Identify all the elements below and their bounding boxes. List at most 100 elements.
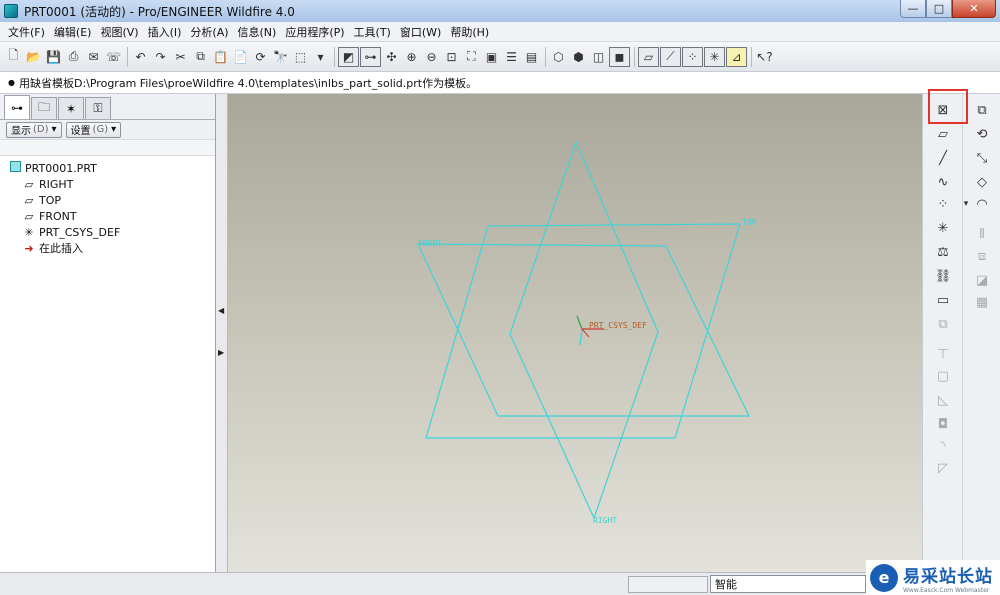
menu-insert[interactable]: 插入(I) — [144, 24, 186, 40]
datum-plane-icon: ▱ — [24, 209, 34, 223]
annotation-tool-icon[interactable]: ▭ — [932, 290, 954, 310]
shell-tool-icon: ▢ — [936, 368, 950, 384]
graphics-window[interactable]: PRT_CSYS_DEF RIGHT TOP FRONT — [228, 94, 922, 572]
dropdown-arrow-icon[interactable]: ▾ — [961, 194, 971, 214]
no-hidden-icon[interactable]: ◫ — [589, 47, 608, 67]
extrude-tool-icon[interactable]: ⧉ — [971, 100, 993, 120]
tree-item-label: 在此插入 — [39, 242, 83, 255]
tree-item-top[interactable]: ▱ TOP — [0, 192, 215, 208]
reorient-icon[interactable]: ⛶ — [462, 47, 481, 67]
saved-views-icon[interactable]: ▣ — [482, 47, 501, 67]
folder-browser-tab-icon[interactable]: 🗀 — [31, 97, 57, 119]
select-box-icon[interactable]: ⬚ — [291, 47, 310, 67]
wireframe-icon[interactable]: ⬡ — [549, 47, 568, 67]
open-folder-icon[interactable]: 📂 — [24, 47, 43, 67]
datum-planes-display-icon[interactable]: ▱ — [638, 46, 659, 67]
copy-icon[interactable]: ⧉ — [191, 47, 210, 67]
sweep-tool-icon[interactable]: ⤡ — [971, 148, 993, 168]
chevron-down-icon: ▾ — [51, 124, 57, 135]
menu-tools[interactable]: 工具(T) — [350, 24, 395, 40]
email-icon[interactable]: ✉ — [84, 47, 103, 67]
undo-icon[interactable]: ↶ — [131, 47, 150, 67]
refit-icon[interactable]: ⊡ — [442, 47, 461, 67]
datum-point-tool-icon[interactable]: ⁘ — [932, 194, 954, 214]
revolve-tool-icon[interactable]: ⟲ — [971, 124, 993, 144]
right-datum-plane[interactable] — [509, 140, 659, 520]
maximize-button[interactable]: □ — [926, 0, 952, 18]
tree-item-insert-here[interactable]: ➜ 在此插入 — [0, 240, 215, 256]
new-file-icon[interactable]: 🗋 — [4, 47, 23, 67]
csys-display-icon[interactable]: ✳ — [704, 46, 725, 67]
analysis-tool-icon[interactable]: ⚖ — [932, 242, 954, 262]
minimize-button[interactable]: — — [900, 0, 926, 18]
print-icon[interactable]: ⎙ — [64, 47, 83, 67]
menu-info[interactable]: 信息(N) — [234, 24, 281, 40]
panel-splitter[interactable]: ◀ ▶ — [216, 94, 228, 572]
menu-file[interactable]: 文件(F) — [4, 24, 49, 40]
tree-item-front[interactable]: ▱ FRONT — [0, 208, 215, 224]
window-title: PRT0001 (活动的) - Pro/ENGINEER Wildfire 4.… — [24, 4, 295, 19]
show-dropdown-hint: (D) — [33, 124, 49, 135]
csys-tool-icon[interactable]: ✳ — [932, 218, 954, 238]
chain-tool-icon[interactable]: ⛓ — [932, 266, 954, 286]
send-icon[interactable]: ☏ — [104, 47, 123, 67]
rib-tool-icon: ◺ — [938, 392, 948, 408]
menu-view[interactable]: 视图(V) — [96, 24, 142, 40]
collapse-left-icon[interactable]: ◀ — [218, 306, 224, 315]
menu-window[interactable]: 窗口(W) — [396, 24, 445, 40]
trim-tool-icon: ◪ — [975, 272, 989, 288]
regenerate-icon[interactable]: ⟳ — [251, 47, 270, 67]
settings-dropdown[interactable]: 设置 (G) ▾ — [65, 121, 122, 138]
tree-item-right[interactable]: ▱ RIGHT — [0, 176, 215, 192]
zoom-out-icon[interactable]: ⊖ — [422, 47, 441, 67]
annotation-display-icon[interactable]: ⊿ — [726, 46, 747, 67]
menu-help[interactable]: 帮助(H) — [446, 24, 493, 40]
menu-applications[interactable]: 应用程序(P) — [281, 24, 348, 40]
view-manager-icon[interactable]: ▤ — [522, 47, 541, 67]
blend-tool-icon[interactable]: ◇ — [971, 172, 993, 192]
datum-axis-tool-icon[interactable]: ╱ — [932, 148, 954, 168]
datum-curve-tool-icon[interactable]: ∿ — [932, 172, 954, 192]
context-help-icon[interactable]: ↖? — [755, 47, 774, 67]
datum-display: PRT_CSYS_DEF RIGHT TOP FRONT — [417, 140, 757, 525]
repaint-icon[interactable]: ◩ — [338, 46, 359, 67]
point-display-icon[interactable]: ⁘ — [682, 46, 703, 67]
copy-feature-icon: ⧉ — [938, 316, 948, 332]
feature-toolbar: ⊠ ▱ ╱ ∿ ⁘ ✳ ⚖ ⛓ ▭ ⧉ ⊤ ▢ ◺ ◘ ◝ ◸ — [922, 94, 962, 572]
zoom-in-icon[interactable]: ⊕ — [402, 47, 421, 67]
connections-tab-icon[interactable]: ⚿ — [85, 97, 111, 119]
datum-plane-tool-icon[interactable]: ▱ — [932, 124, 954, 144]
orient-mode-icon[interactable]: ✣ — [382, 47, 401, 67]
close-button[interactable]: ✕ — [952, 0, 996, 18]
menu-edit[interactable]: 编辑(E) — [50, 24, 96, 40]
spin-center-icon[interactable]: ⊶ — [360, 46, 381, 67]
redo-icon[interactable]: ↷ — [151, 47, 170, 67]
top-datum-plane[interactable] — [425, 223, 741, 439]
shading-icon[interactable]: ◼ — [609, 46, 630, 67]
hidden-line-icon[interactable]: ⬢ — [569, 47, 588, 67]
expand-right-icon[interactable]: ▶ — [218, 348, 224, 357]
tree-root[interactable]: PRT0001.PRT — [0, 160, 215, 176]
model-tree-tab-icon[interactable]: ⊶ — [4, 95, 30, 119]
cut-icon[interactable]: ✂ — [171, 47, 190, 67]
watermark-sub: Www.Easck.Com Webmaster — [903, 586, 990, 594]
tree-item-csys[interactable]: ✳ PRT_CSYS_DEF — [0, 224, 215, 240]
paste-icon[interactable]: 📋 — [211, 47, 230, 67]
datum-axes-display-icon[interactable]: ⟋ — [660, 46, 681, 67]
save-icon[interactable]: 💾 — [44, 47, 63, 67]
show-dropdown[interactable]: 显示 (D) ▾ — [6, 121, 62, 138]
boundary-tool-icon[interactable]: ◠ — [971, 194, 993, 214]
model-tree: PRT0001.PRT ▱ RIGHT ▱ TOP ▱ FRONT ✳ PRT_… — [0, 156, 215, 256]
dropdown-arrow-icon[interactable]: ▾ — [311, 47, 330, 67]
selection-filter[interactable]: 智能 — [710, 575, 866, 593]
paste-special-icon[interactable]: 📄 — [231, 47, 250, 67]
favorites-tab-icon[interactable]: ✶ — [58, 97, 84, 119]
tree-item-label: PRT_CSYS_DEF — [39, 225, 121, 239]
find-icon[interactable]: 🔭 — [271, 47, 290, 67]
watermark-logo-icon: e — [870, 563, 898, 592]
tree-item-label: RIGHT — [39, 177, 74, 191]
layers-icon[interactable]: ☰ — [502, 47, 521, 67]
menu-analysis[interactable]: 分析(A) — [186, 24, 232, 40]
coordinate-system-icon: ✳ — [24, 225, 34, 239]
insert-here-arrow-icon: ➜ — [24, 241, 34, 255]
